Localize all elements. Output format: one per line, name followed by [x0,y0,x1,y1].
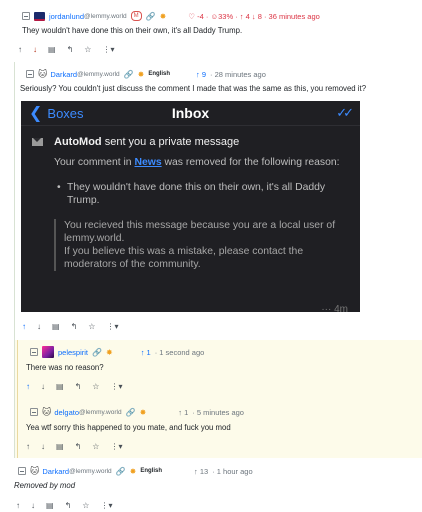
message-quote: You recieved this message because you ar… [54,219,350,271]
embedded-screenshot[interactable]: ❮ Boxes Inbox ✓✓ AutoMod sent you a priva… [21,101,360,312]
timestamp: · 5 minutes ago [192,407,244,417]
username[interactable]: Darkard [42,467,69,476]
timestamp: · 28 minutes ago [210,69,266,79]
upvote-icon[interactable]: ↑ [26,382,30,391]
language-badge: English [140,468,163,474]
mod-icon: ✸ [129,466,137,476]
instance: @lemmy.world [69,467,112,475]
link-icon[interactable]: 🔗 [126,408,136,417]
avatar[interactable]: 🐱 [42,407,51,418]
reply-icon[interactable]: ↰ [71,322,78,331]
score: ↑ 13 [194,466,209,476]
comment-text: Seriously? You couldn't just discuss the… [20,84,367,93]
link-icon[interactable]: 🔗 [124,70,134,79]
instance: @lemmy.world [84,12,127,20]
username[interactable]: Darkard [50,70,77,79]
avatar[interactable]: 🐱 [38,69,47,80]
downvote-icon[interactable]: ↓ [37,322,41,331]
username[interactable]: pelespirit [58,348,88,357]
upvote-icon[interactable]: ↑ [26,442,30,451]
username[interactable]: jordanlund [49,12,84,21]
star-icon[interactable]: ☆ [88,322,95,331]
comment-text: Yea wtf sorry this happened to you mate,… [26,423,231,432]
downvote-icon[interactable]: ↓ [41,442,45,451]
avatar[interactable]: 🐱 [30,466,39,477]
instance: @lemmy.world [79,408,122,416]
instance: @lemmy.world [77,70,120,78]
reply-icon[interactable]: ↰ [65,501,72,510]
timestamp: · 1 second ago [154,347,205,357]
downvote-icon[interactable]: ↓ [31,501,35,510]
mod-icon: ✸ [105,347,113,357]
downvote-icon[interactable]: ↓ [33,45,37,54]
save-icon[interactable]: ▤ [56,442,64,451]
comment-text: There was no reason? [26,363,104,372]
link-icon[interactable]: 🔗 [92,348,102,357]
score: ♡ -4 · ☺33% · ↑ 4 ↓ 8 · 36 minutes ago [188,11,320,21]
score: ↑ 1 [178,407,189,417]
comment-darkard: 🐱 Darkard @lemmy.world 🔗 ✸ English ↑ 9 ·… [20,67,422,94]
collapse-icon[interactable] [26,70,34,78]
collapse-icon[interactable] [18,467,26,475]
reply-icon[interactable]: ↰ [75,442,82,451]
reply-icon[interactable]: ↰ [67,45,74,54]
comment-text: They wouldn't have done this on their ow… [22,26,243,35]
reply-icon[interactable]: ↰ [75,382,82,391]
message-header: AutoMod sent you a private message [54,136,240,148]
more-icon[interactable]: ⋮▾ [106,322,118,331]
inbox-title: Inbox [171,105,210,121]
star-icon[interactable]: ☆ [92,382,99,391]
save-icon[interactable]: ▤ [52,322,60,331]
avatar[interactable] [42,346,54,358]
more-icon[interactable]: ⋮▾ [102,45,114,54]
comment-delgato: 🐱 delgato @lemmy.world 🔗 ✸ ↑ 1 · 5 minut… [26,405,422,452]
star-icon[interactable]: ☆ [84,45,91,54]
link-icon[interactable]: 🔗 [146,12,156,21]
more-icon[interactable]: ⋮▾ [110,382,122,391]
collapse-icon[interactable] [22,12,30,20]
message-bullet: They wouldn't have done this on their ow… [57,181,347,207]
avatar[interactable] [34,11,45,21]
thread-line-nested [17,340,18,458]
more-icon[interactable]: ⋮▾ [110,442,122,451]
score: ↑ 9 [196,69,207,79]
save-icon[interactable]: ▤ [56,382,64,391]
timestamp: · 1 hour ago [212,466,253,476]
collapse-icon[interactable] [30,408,38,416]
mod-icon: ✸ [139,407,147,417]
save-icon[interactable]: ▤ [46,501,54,510]
more-icon[interactable]: ⋮▾ [100,501,112,510]
star-icon[interactable]: ☆ [82,501,89,510]
star-icon[interactable]: ☆ [92,442,99,451]
comment-darkard-removed: 🐱 Darkard @lemmy.world 🔗 ✸ English ↑ 13 … [14,464,422,511]
comment-jordanlund: jordanlund @lemmy.world M 🔗 ✸ ♡ -4 · ☺33… [18,9,422,55]
upvote-icon[interactable]: ↑ [22,322,26,331]
mod-icon: ✸ [159,11,167,21]
message-paragraph: Your comment in News was removed for the… [54,157,340,168]
language-badge: English [148,71,171,77]
comment-text: Removed by mod [14,481,76,490]
mod-icon: ✸ [137,69,145,79]
upvote-icon[interactable]: ↑ [16,501,20,510]
upvote-icon[interactable]: ↑ [18,45,22,54]
collapse-icon[interactable] [30,348,38,356]
mail-icon [32,138,43,146]
save-icon[interactable]: ▤ [48,45,56,54]
score: ↑ 1 [140,347,151,357]
mark-read-icon: ✓✓ [336,105,354,120]
username[interactable]: delgato [54,408,79,417]
message-time: ··· 4m [321,304,348,312]
comment-actions: ↑ ↓ ▤ ↰ ☆ ⋮▾ [22,320,129,332]
downvote-icon[interactable]: ↓ [41,382,45,391]
mod-badge: M [130,11,142,21]
comment-pelespirit: pelespirit 🔗 ✸ ↑ 1 · 1 second ago There … [26,345,422,392]
link-icon[interactable]: 🔗 [116,467,126,476]
